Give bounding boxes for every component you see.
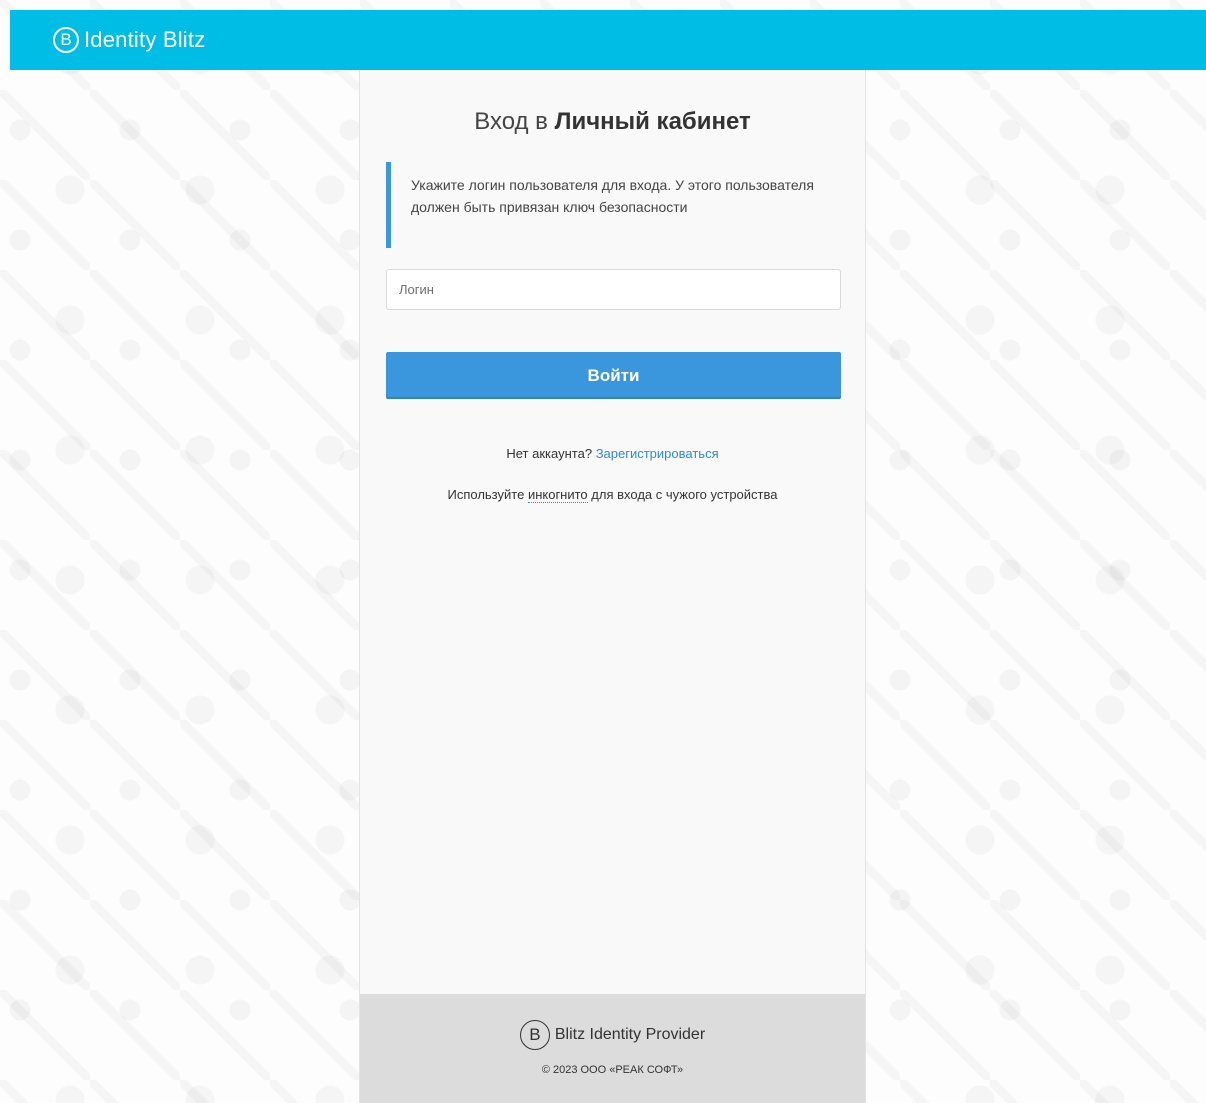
login-input[interactable] [386,269,841,310]
brand-name: Identity Blitz [84,27,206,52]
copyright: © 2023 ООО «РЕАК СОФТ» [541,1064,684,1076]
register-link[interactable]: Зарегистрироваться [596,446,719,461]
footer: B Blitz Identity Provider © 2023 ООО «РЕ… [360,994,865,1103]
incognito-line: Используйте инкогнито для входа с чужого… [360,487,865,503]
blitz-logo-icon: B [53,27,79,53]
top-bar: B Identity Blitz [10,10,1206,70]
hint-text: Укажите логин пользователя для входа. У … [411,177,814,215]
title-bold: Личный кабинет [554,108,751,135]
hint-callout: Укажите логин пользователя для входа. У … [386,162,816,248]
incognito-suffix: для входа с чужого устройства [591,487,778,502]
register-line: Нет аккаунта? Зарегистрироваться [360,446,865,461]
title-prefix: Вход в [474,108,548,135]
no-account-text: Нет аккаунта? [506,446,593,461]
page-title: Вход в Личный кабинет [360,108,865,136]
footer-brand: B Blitz Identity Provider [360,1020,865,1050]
blitz-logo-icon: B [519,1020,550,1050]
submit-button[interactable]: Войти [386,352,841,399]
incognito-hint[interactable]: инкогнито [527,487,588,503]
brand[interactable]: B Identity Blitz [53,27,205,53]
login-panel: Вход в Личный кабинет Укажите логин поль… [359,70,866,1103]
incognito-prefix: Используйте [447,487,525,502]
product-name: Blitz Identity Provider [554,1026,706,1043]
